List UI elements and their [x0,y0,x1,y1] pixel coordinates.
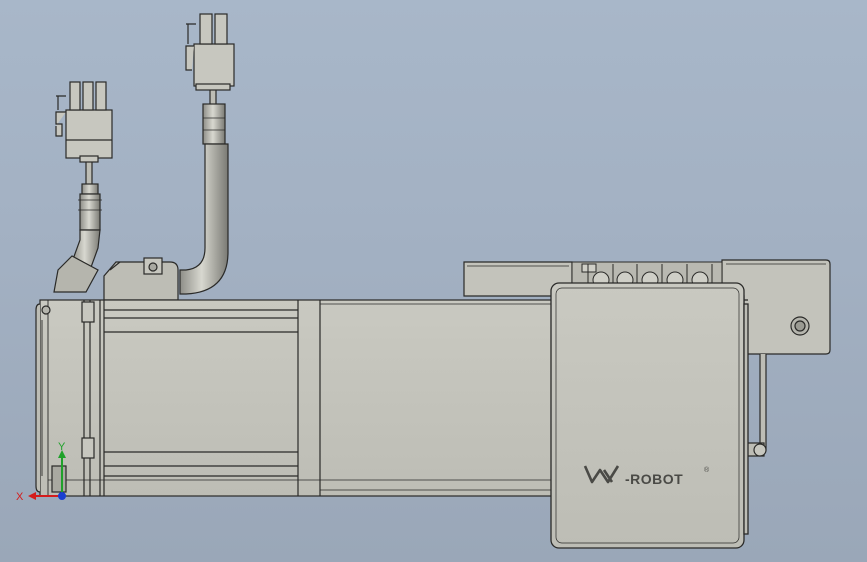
drive-cover [550,282,749,549]
x-axis-label: X [16,491,24,503]
connector-right [185,13,235,91]
cable-right [179,87,229,295]
cad-viewport[interactable]: -ROBOT ® X Y [0,0,867,562]
y-axis-label: Y [58,441,66,453]
brand-logo-text: -ROBOT [625,471,683,487]
cable-left [53,159,102,293]
motor-body [35,299,561,497]
encoder-cover [103,257,179,301]
connector-left [55,81,113,163]
z-axis-dot [58,492,66,500]
registered-mark: ® [704,466,710,474]
